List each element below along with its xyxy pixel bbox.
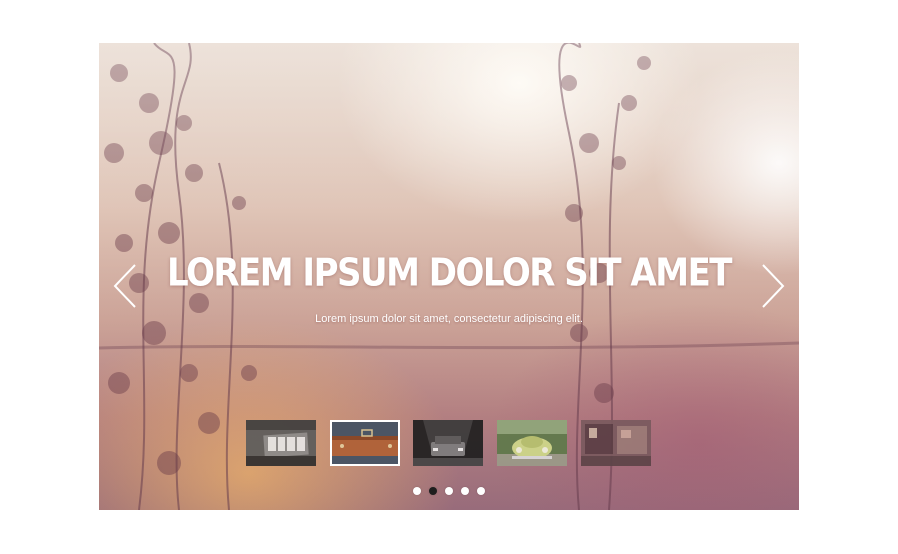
thumb-storefront[interactable]	[581, 420, 651, 466]
pagination-dot-active[interactable]	[429, 487, 437, 495]
image-slider[interactable]: LOREM IPSUM DOLOR SIT AMET Lorem ipsum d…	[99, 43, 799, 510]
thumb-storefront-image	[581, 420, 651, 466]
chevron-left-icon	[113, 264, 136, 308]
slide-subtitle: Lorem ipsum dolor sit amet, consectetur …	[315, 313, 583, 325]
thumb-briefcase-image	[332, 422, 398, 464]
pagination-dot[interactable]	[413, 487, 421, 495]
pagination-dot[interactable]	[461, 487, 469, 495]
thumb-blood-sign-image	[246, 420, 316, 466]
pagination-dot[interactable]	[445, 487, 453, 495]
thumb-beetle[interactable]	[497, 420, 567, 466]
pagination-dots	[99, 487, 799, 495]
prev-slide-button[interactable]	[111, 261, 141, 311]
thumb-car-garage-image	[413, 420, 483, 466]
thumb-car-garage[interactable]	[413, 420, 483, 466]
slide-title: LOREM IPSUM DOLOR SIT AMET	[166, 250, 733, 296]
thumb-briefcase[interactable]	[330, 420, 400, 466]
chevron-right-icon	[762, 264, 785, 308]
next-slide-button[interactable]	[757, 261, 787, 311]
thumb-beetle-image	[497, 420, 567, 466]
pagination-dot[interactable]	[477, 487, 485, 495]
thumb-blood-sign[interactable]	[246, 420, 316, 466]
